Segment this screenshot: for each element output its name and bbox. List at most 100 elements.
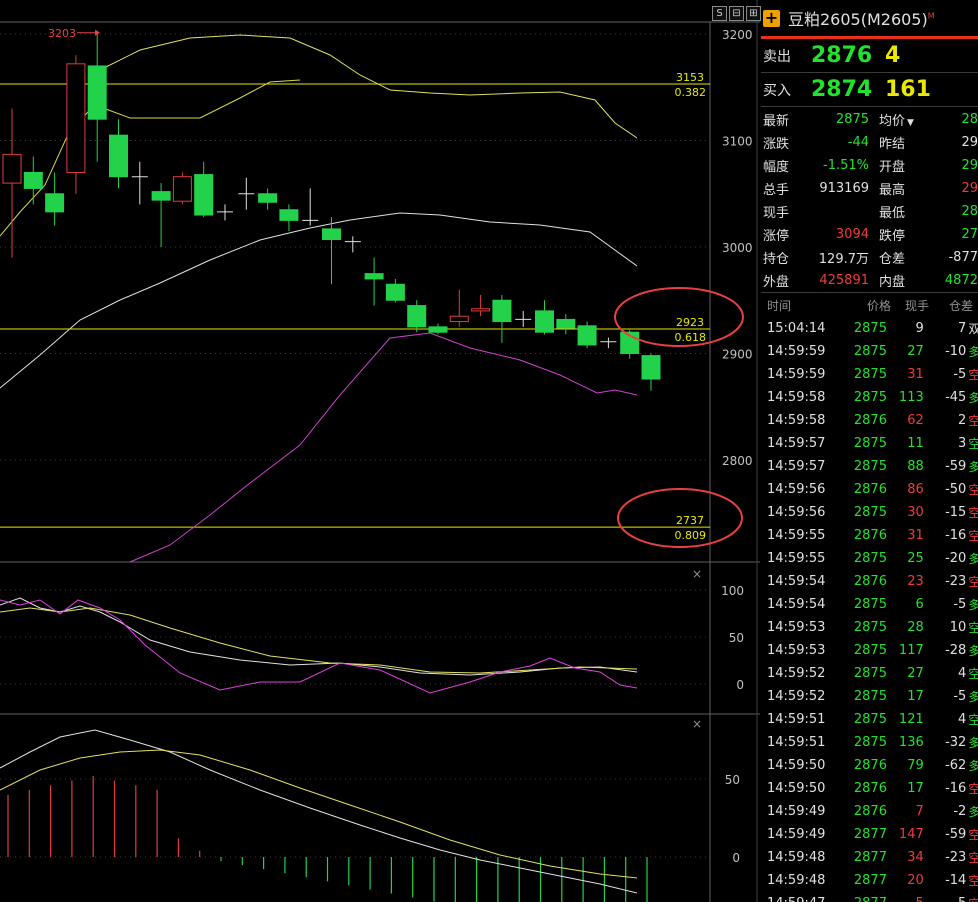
tick-volume: 7 [915,804,924,819]
tick-row[interactable]: 14:59:52 2875 27 4 空 [761,662,978,685]
tick-row[interactable]: 14:59:51 2875 136 -32 多 [761,731,978,754]
tick-row[interactable]: 14:59:4728775-5空 [761,892,978,902]
sell-quote[interactable]: 卖出 2876 4 [761,39,978,72]
stat-value: 27 [961,227,978,242]
tick-row[interactable]: 14:59:50 2876 79 -62 多 [761,754,978,777]
tick-oi: 3 [958,436,967,451]
toolbar-minimize-button[interactable]: ⊟ [729,6,744,21]
candle-body [194,174,214,216]
stat-value: 29 [961,181,978,196]
price-axis-label: 2800 [722,454,753,468]
header-oi: 仓差 [948,298,973,313]
tick-row[interactable]: 14:59:57 2875 88 -59 多 [761,455,978,478]
stat-label-text: 仓差 [879,252,906,267]
tick-oi: -28 [945,643,967,658]
tick-flag: 空 [968,782,978,796]
tick-volume: 117 [898,643,924,658]
stats-row: 幅度 -1.51% 开盘 29 [761,154,978,177]
tick-row[interactable]: 14:59:48 2877 34 -23 空 [761,846,978,869]
tick-time: 14:59:47 [761,896,848,902]
tick-row[interactable]: 14:59:48 2877 20 -14 空 [761,869,978,892]
kdj-axis-label: 100 [721,584,744,598]
stat-value: 3094 [835,227,869,242]
tick-time: 14:59:51 [767,712,826,727]
tick-flag: 空 [968,437,978,451]
kdj-axis-label: 0 [736,678,744,692]
tick-row[interactable]: 15:04:14 2875 9 7 双 [761,317,978,340]
tick-time: 14:59:52 [767,689,826,704]
tick-oi: 4 [958,712,967,727]
stat-value: 129.7万 [818,252,869,267]
close-icon: × [692,567,702,581]
tick-row[interactable]: 14:59:58 2875 113 -45 多 [761,386,978,409]
stats-row: 持仓 129.7万 仓差 -877 [761,246,978,269]
tick-volume: 27 [907,344,924,359]
add-icon[interactable]: + [763,9,780,27]
tick-row[interactable]: 14:59:56 2875 30 -15 空 [761,501,978,524]
tick-volume: 121 [898,712,924,727]
tick-oi: -15 [945,505,967,520]
toolbar-maximize-button[interactable]: ⊞ [746,6,761,21]
contract-title[interactable]: 豆粕2605(M2605)M [788,6,935,30]
tick-volume: 5 [887,896,923,902]
tick-time: 14:59:54 [767,574,826,589]
tick-row[interactable]: 14:59:57 2875 11 3 空 [761,432,978,455]
tick-row[interactable]: 14:59:49 2877 147 -59 空 [761,823,978,846]
price-axis-label: 2900 [722,348,753,362]
tick-volume: 113 [898,390,924,405]
tick-flag: 多 [968,391,978,405]
tick-row[interactable]: 14:59:50 2876 17 -16 空 [761,777,978,800]
tick-row[interactable]: 14:59:58 2876 62 2 空 [761,409,978,432]
stats-table: 最新 2875 均价 ▼ 28 涨跌 -44 昨结 29 幅度 -1.51% 开盘 29 总手 913169… [761,107,978,292]
tick-time: 14:59:50 [767,758,826,773]
stat-value: 28 [961,204,978,219]
stat-label: 涨停 [763,229,790,244]
toolbar-s-button[interactable]: S [712,6,727,21]
tick-oi: -45 [945,390,967,405]
tick-time: 14:59:53 [767,643,826,658]
tick-volume: 20 [907,873,924,888]
tick-row[interactable]: 14:59:53 2875 28 10 空 [761,616,978,639]
header-price: 价格 [866,298,891,313]
stats-row: 现手 最低 28 [761,200,978,223]
kline-chart[interactable]: 3200 3100 3000 2900 2800 100 50 0 50 0 3153 0.382 29… [0,0,761,902]
candle-body [87,65,107,120]
tick-price: 2875 [853,436,887,451]
tick-row[interactable]: 14:59:51 2875 121 4 空 [761,708,978,731]
tick-oi: -23 [945,850,967,865]
tick-row[interactable]: 14:59:54 2875 6 -5 多 [761,593,978,616]
stat-label: 跌停 [869,225,925,244]
tick-row[interactable]: 14:59:55 2875 25 -20 多 [761,547,978,570]
tick-oi: -16 [945,528,967,543]
tick-row[interactable]: 14:59:55 2876 31 -16 空 [761,524,978,547]
tick-oi: 10 [949,620,967,635]
ticks-list[interactable]: 15:04:14 2875 9 7 双 14:59:59 2875 27 -10 多 14:59:5… [761,317,978,902]
tick-row[interactable]: 14:59:56 2876 86 -50 空 [761,478,978,501]
tick-row[interactable]: 14:59:49 2876 7 -2 多 [761,800,978,823]
tick-row[interactable]: 14:59:54 2876 23 -23 空 [761,570,978,593]
chart-svg[interactable]: 3200 3100 3000 2900 2800 100 50 0 50 0 3153 0.382 29… [0,0,760,902]
candle-body [577,325,597,346]
tick-oi: -16 [945,781,967,796]
candle-body [151,191,171,201]
candle-body [471,308,491,312]
tick-row[interactable]: 14:59:59 2875 31 -5 空 [761,363,978,386]
tick-flag: 空 [968,368,978,382]
tick-row[interactable]: 14:59:53 2875 117 -28 多 [761,639,978,662]
stat-label-text: 内盘 [879,275,906,290]
tick-row[interactable]: 14:59:59 2875 27 -10 多 [761,340,978,363]
sell-volume: 4 [885,43,901,68]
price-axis-label: 3200 [722,28,753,42]
stats-row: 总手 913169 最高 29 [761,177,978,200]
tick-flag: 多 [968,690,978,704]
kdj-j-line [0,599,638,694]
tick-row[interactable]: 14:59:52 2875 17 -5 多 [761,685,978,708]
tick-flag: 空 [968,828,978,842]
stat-label-text: 昨结 [879,137,906,152]
tick-oi: -20 [945,551,967,566]
tick-oi: 2 [958,413,967,428]
tick-volume: 79 [907,758,924,773]
candle-body [449,315,469,323]
stat-value: -877 [948,250,978,265]
buy-quote[interactable]: 买入 2874 161 [761,73,978,106]
